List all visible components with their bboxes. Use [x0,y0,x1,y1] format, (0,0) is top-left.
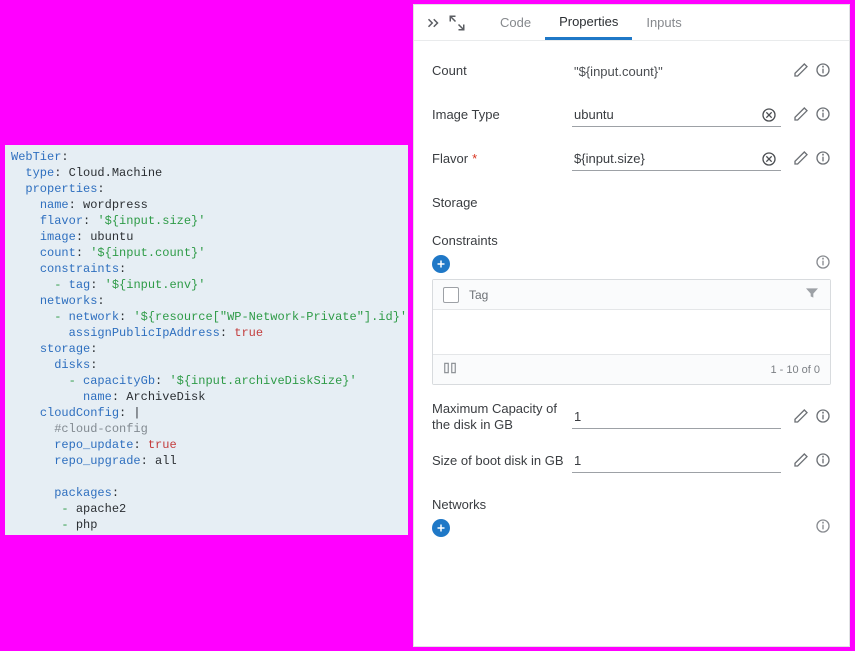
info-icon[interactable] [815,518,831,537]
yaml-code-editor[interactable]: WebTier: type: Cloud.Machine properties:… [5,145,408,535]
properties-header: Code Properties Inputs [414,5,849,41]
label-boot-disk: Size of boot disk in GB [432,453,572,469]
tab-inputs[interactable]: Inputs [632,5,695,40]
select-all-checkbox[interactable] [443,287,459,303]
edit-icon[interactable] [793,62,809,81]
collapse-icon[interactable] [424,14,442,32]
th-tag[interactable]: Tag [469,288,804,302]
info-icon[interactable] [815,408,831,427]
label-networks: Networks [432,497,831,512]
add-constraint-button[interactable] [432,255,450,273]
info-icon[interactable] [815,254,831,273]
expand-diagonal-icon[interactable] [448,14,466,32]
edit-icon[interactable] [793,408,809,427]
label-flavor: Flavor* [432,151,572,167]
tab-code[interactable]: Code [486,5,545,40]
label-max-capacity: Maximum Capacity of the disk in GB [432,401,572,434]
info-icon[interactable] [815,62,831,81]
row-flavor: Flavor* [432,139,831,179]
label-constraints: Constraints [432,233,831,248]
table-pager: 1 - 10 of 0 [770,364,820,376]
edit-icon[interactable] [793,106,809,125]
add-network-button[interactable] [432,519,450,537]
constraints-table-body [433,310,830,354]
column-toggle-icon[interactable] [443,361,457,378]
constraints-table: Tag 1 - 10 of 0 [432,279,831,385]
tab-properties[interactable]: Properties [545,5,632,40]
label-storage: Storage [432,195,572,211]
row-count: Count "${input.count}" [432,51,831,91]
image-type-field[interactable] [572,103,781,127]
edit-icon[interactable] [793,150,809,169]
label-count: Count [432,63,572,79]
row-storage: Storage [432,183,831,223]
info-icon[interactable] [815,452,831,471]
info-icon[interactable] [815,150,831,169]
clear-icon[interactable] [761,151,777,167]
filter-icon[interactable] [804,285,820,304]
boot-disk-field[interactable] [572,449,781,473]
flavor-field[interactable] [572,147,781,171]
label-image-type: Image Type [432,107,572,123]
value-count: "${input.count}" [572,60,665,83]
properties-panel: Code Properties Inputs Count "${input.co… [413,4,850,647]
max-capacity-field[interactable] [572,405,781,429]
row-max-capacity: Maximum Capacity of the disk in GB [432,397,831,437]
row-boot-disk: Size of boot disk in GB [432,441,831,481]
clear-icon[interactable] [761,107,777,123]
row-image-type: Image Type [432,95,831,135]
info-icon[interactable] [815,106,831,125]
edit-icon[interactable] [793,452,809,471]
